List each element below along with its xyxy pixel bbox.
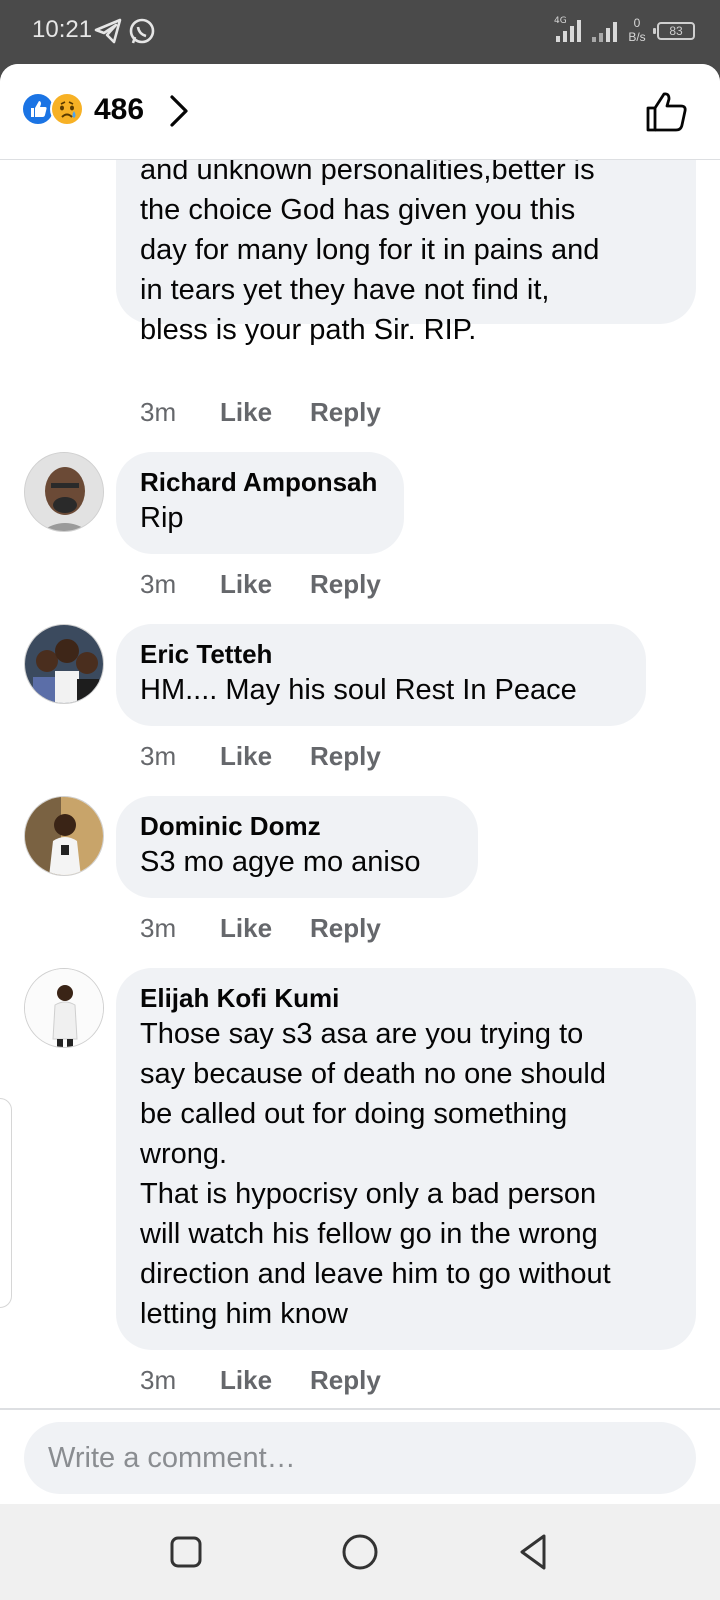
comment-text: will watch his fellow go in the wrong	[140, 1218, 598, 1250]
status-bar: 10:21 4G 0 B/s 83	[0, 0, 720, 64]
comment-text: in tears yet they have not find it,	[140, 274, 550, 306]
like-post-button[interactable]	[644, 88, 690, 134]
comment-author[interactable]: Elijah Kofi Kumi	[140, 982, 672, 1014]
recents-button[interactable]	[162, 1528, 210, 1576]
comment-text: be called out for doing something	[140, 1098, 568, 1130]
comment-bubble[interactable]: Dominic Domz S3 mo agye mo aniso	[116, 796, 478, 898]
comment-text: letting him know	[140, 1298, 348, 1330]
system-nav-bar	[0, 1504, 720, 1600]
comment-author[interactable]: Dominic Domz	[140, 810, 454, 842]
comment-reply-button[interactable]: Reply	[310, 566, 381, 602]
comment-bubble[interactable]: and unknown personalities,better is the …	[116, 160, 696, 346]
network-speed-unit: B/s	[628, 30, 646, 44]
comment-actions: 3m Like Reply	[140, 738, 440, 774]
status-time: 10:21	[32, 16, 93, 43]
home-button[interactable]	[336, 1528, 384, 1576]
comment-time: 3m	[140, 1365, 177, 1395]
sad-reaction-icon	[50, 92, 84, 126]
comment-text: S3 mo agye mo aniso	[140, 846, 421, 878]
comment-input[interactable]	[24, 1422, 696, 1494]
comment-like-button[interactable]: Like	[220, 738, 272, 774]
comment-text: the choice God has given you this	[140, 194, 576, 226]
battery-icon: 83	[653, 22, 695, 40]
comment-text: say because of death no one should	[140, 1058, 606, 1090]
comment-text: direction and leave him to go without	[140, 1258, 611, 1290]
comment-time: 3m	[140, 569, 177, 599]
comment-text: and unknown personalities,better is	[140, 160, 595, 186]
network-speed: 0 B/s	[622, 16, 652, 44]
battery-level: 83	[669, 24, 683, 38]
comment-like-button[interactable]: Like	[220, 566, 272, 602]
avatar[interactable]	[24, 968, 104, 1048]
comment-author[interactable]: Eric Tetteh	[140, 638, 622, 670]
avatar[interactable]	[24, 796, 104, 876]
comment-actions: 3m Like Reply	[140, 1362, 440, 1398]
edge-panel-handle[interactable]	[0, 1098, 12, 1308]
back-button[interactable]	[510, 1528, 558, 1576]
network-type: 4G	[554, 16, 567, 26]
comment-text: bless is your path Sir. RIP.	[140, 314, 477, 346]
comment-text: That is hypocrisy only a bad person	[140, 1178, 597, 1210]
comment-time: 3m	[140, 741, 177, 771]
comment-like-button[interactable]: Like	[220, 910, 272, 946]
comment-actions: 3m Like Reply	[140, 910, 440, 946]
signal-4g-icon: 4G	[554, 16, 581, 42]
comment-reply-button[interactable]: Reply	[310, 738, 381, 774]
comment-bubble[interactable]: Richard Amponsah Rip	[116, 452, 404, 554]
comment-bubble[interactable]: Eric Tetteh HM.... May his soul Rest In …	[116, 624, 646, 726]
avatar[interactable]	[24, 452, 104, 532]
comment-like-button[interactable]: Like	[220, 1362, 272, 1398]
comment-text: Rip	[140, 502, 184, 534]
comment-reply-button[interactable]: Reply	[310, 394, 381, 430]
reaction-count[interactable]: 486	[94, 92, 144, 128]
comment-text: day for many long for it in pains and	[140, 234, 600, 266]
comment-text: wrong.	[140, 1138, 228, 1170]
reactions-header[interactable]: 486	[0, 64, 720, 160]
avatar[interactable]	[24, 624, 104, 704]
comment-text: Those say s3 asa are you trying to	[140, 1018, 584, 1050]
comment-actions: 3m Like Reply	[140, 566, 440, 602]
chevron-right-icon[interactable]	[168, 94, 190, 128]
comment-composer	[0, 1408, 720, 1504]
comment-time: 3m	[140, 397, 177, 427]
comment-bubble[interactable]: Elijah Kofi Kumi Those say s3 asa are yo…	[116, 968, 696, 1350]
comment-text: HM.... May his soul Rest In Peace	[140, 674, 577, 706]
whatsapp-icon	[129, 18, 155, 44]
comment-time: 3m	[140, 913, 177, 943]
comment-actions: 3m Like Reply	[140, 394, 440, 430]
comments-list[interactable]: and unknown personalities,better is the …	[0, 160, 720, 1408]
comments-sheet: 486 and unknown personalities,better is …	[0, 64, 720, 1504]
comment-author[interactable]: Richard Amponsah	[140, 466, 380, 498]
network-speed-value: 0	[633, 16, 641, 30]
comment-like-button[interactable]: Like	[220, 394, 272, 430]
comment-reply-button[interactable]: Reply	[310, 1362, 381, 1398]
comment-reply-button[interactable]: Reply	[310, 910, 381, 946]
telegram-icon	[94, 18, 122, 44]
signal-icon	[592, 22, 617, 42]
